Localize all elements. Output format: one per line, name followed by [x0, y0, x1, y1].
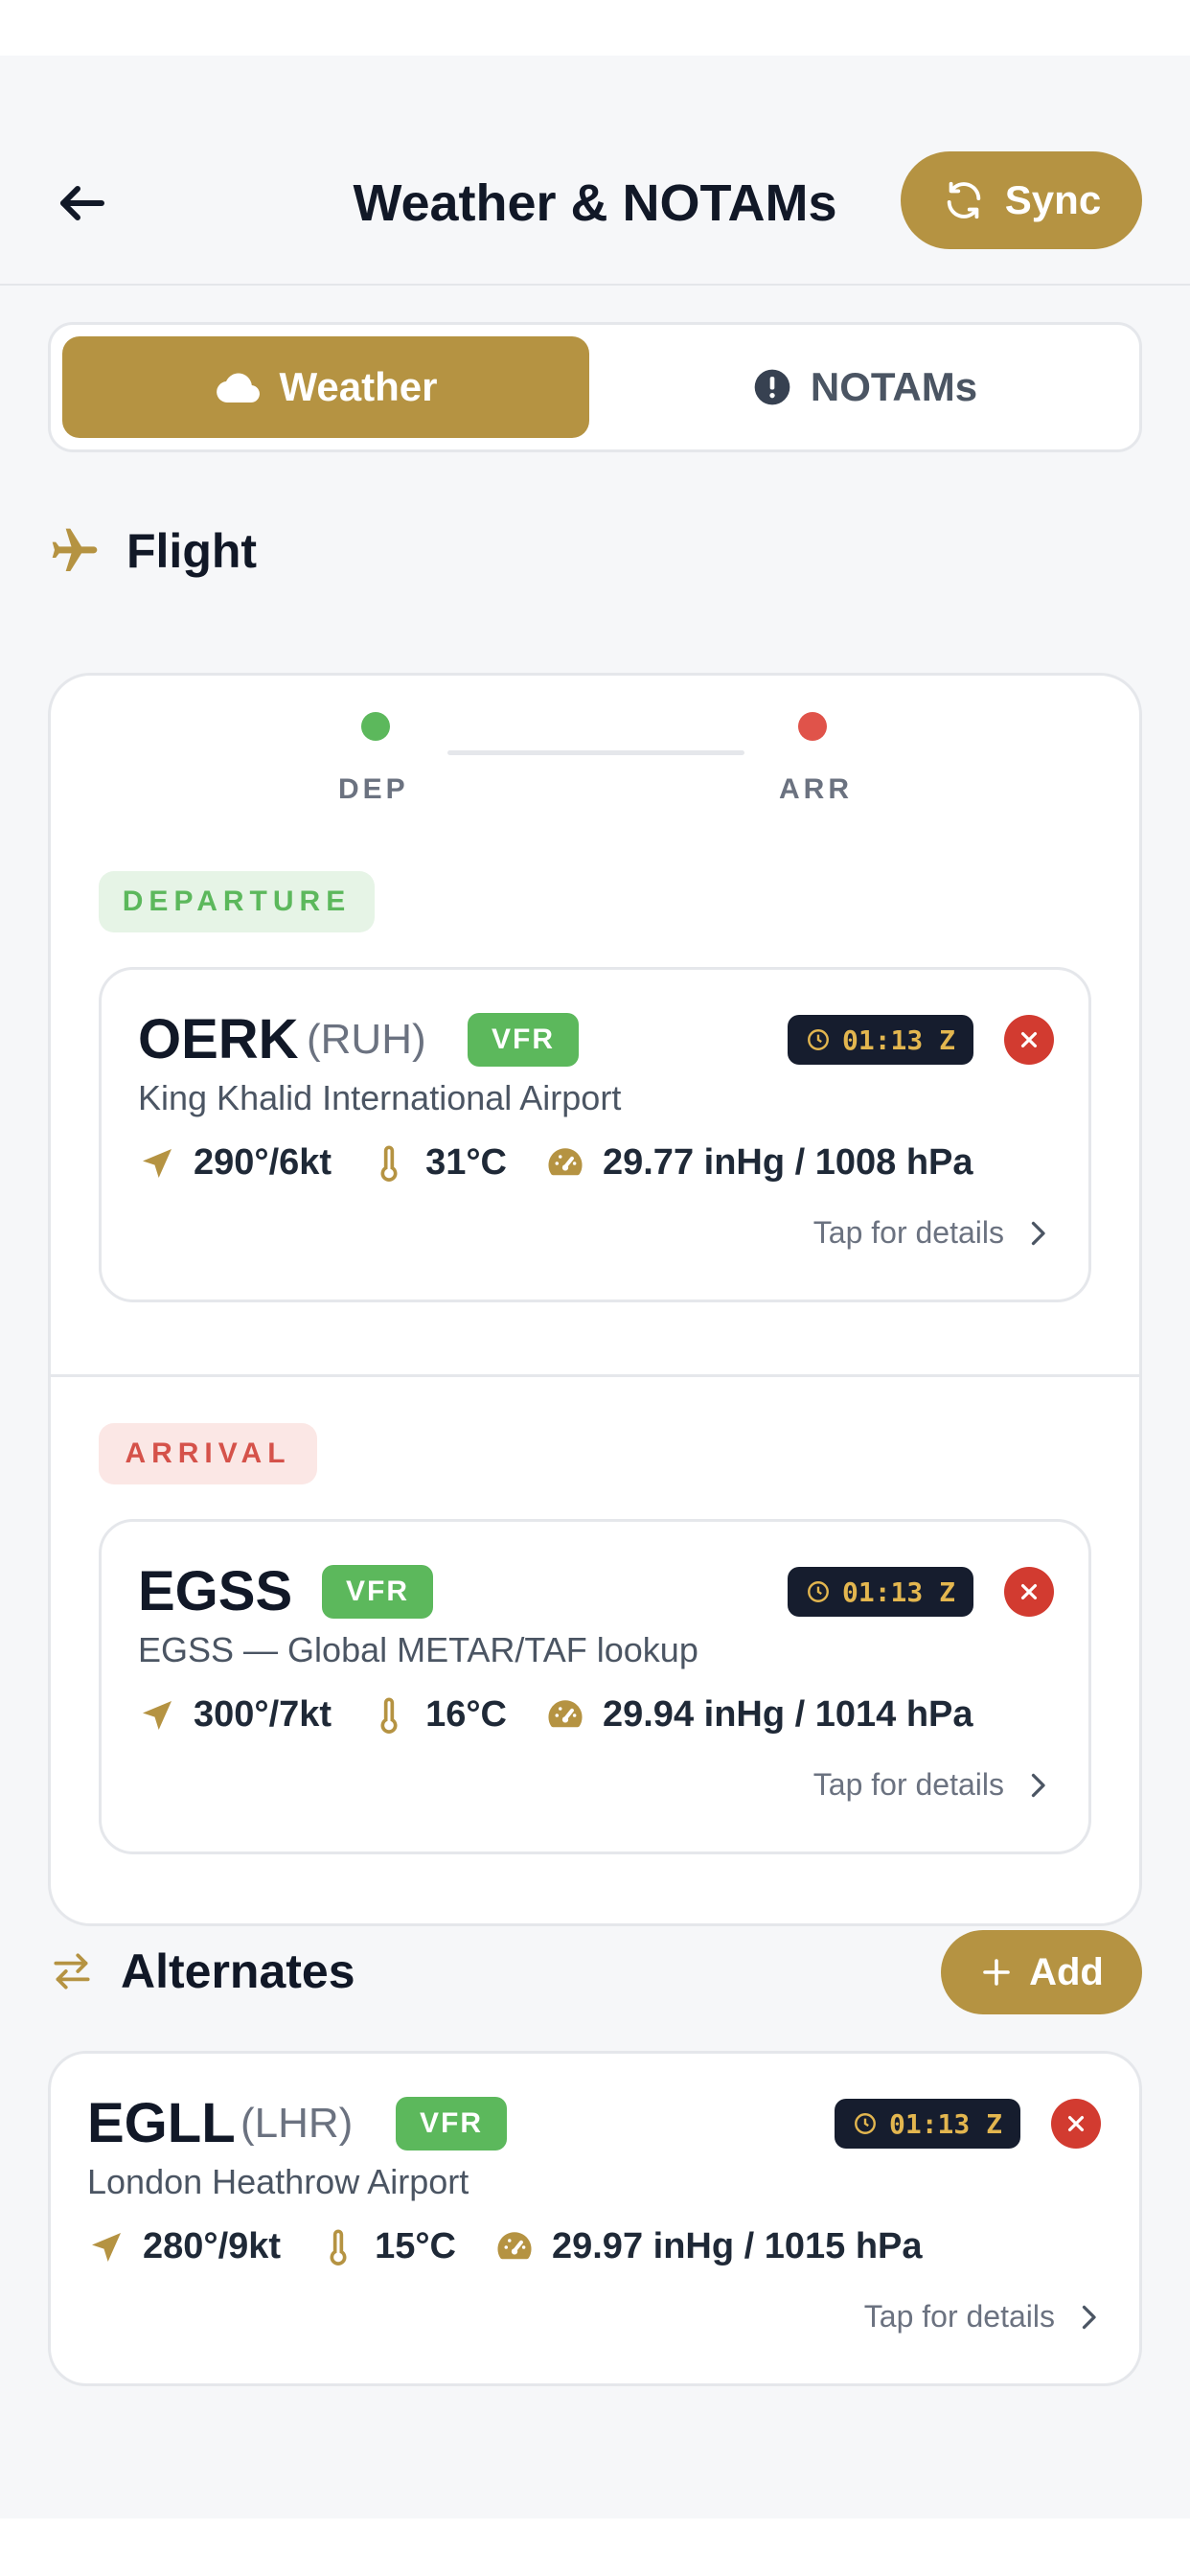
- observation-time-badge: 01:13 Z: [788, 1567, 973, 1617]
- chevron-right-icon: [1031, 1773, 1045, 1797]
- gauge-icon: [548, 1147, 583, 1175]
- tap-for-details[interactable]: Tap for details: [864, 2299, 1101, 2334]
- sync-label: Sync: [1004, 177, 1102, 222]
- close-icon: [1020, 1031, 1038, 1048]
- pressure-stat: 29.77 inHg / 1008 hPa: [545, 1142, 973, 1184]
- tab-notams-label: NOTAMs: [810, 364, 978, 409]
- flight-category-badge: VFR: [322, 1565, 433, 1619]
- wind-stat: 290°/6kt: [138, 1142, 332, 1184]
- departure-pill: DEPARTURE: [99, 871, 375, 932]
- tab-weather[interactable]: Weather: [62, 336, 589, 438]
- thermometer-icon: [380, 1697, 398, 1734]
- route-dep-label: DEP: [338, 773, 409, 805]
- navigation-icon: [143, 1148, 172, 1178]
- add-label: Add: [1029, 1950, 1104, 1993]
- tap-for-details[interactable]: Tap for details: [813, 1767, 1050, 1803]
- refresh-icon: [947, 181, 981, 219]
- wind-value: 290°/6kt: [194, 1142, 332, 1183]
- thermometer-icon: [380, 1145, 398, 1182]
- close-icon: [1067, 2115, 1085, 2132]
- airport-name: EGSS — Global METAR/TAF lookup: [138, 1630, 698, 1669]
- clock-icon: [855, 2113, 876, 2134]
- navigation-icon: [92, 2232, 121, 2262]
- temperature-stat: 31°C: [370, 1142, 507, 1184]
- pressure-value: 29.97 inHg / 1015 hPa: [551, 2226, 923, 2266]
- tab-weather-label: Weather: [279, 364, 438, 409]
- flight-category-badge: VFR: [396, 2097, 507, 2150]
- observation-time: 01:13 Z: [888, 2107, 1002, 2140]
- airport-iata: (RUH): [307, 1016, 426, 1063]
- observation-time: 01:13 Z: [841, 1024, 955, 1056]
- navigation-icon: [143, 1700, 172, 1730]
- thermometer-icon: [330, 2229, 347, 2266]
- chevron-right-icon: [1082, 2305, 1096, 2329]
- airport-name: London Heathrow Airport: [87, 2162, 469, 2201]
- pressure-value: 29.77 inHg / 1008 hPa: [602, 1142, 973, 1183]
- plus-icon: [983, 1959, 1010, 1986]
- gauge-icon: [497, 2231, 532, 2259]
- remove-button[interactable]: [1004, 1567, 1054, 1617]
- departure-airport-card[interactable]: OERK (RUH) VFR 01:13 Z King Khalid Inter…: [99, 967, 1091, 1302]
- tab-switcher: Weather NOTAMs: [48, 322, 1142, 452]
- temperature-value: 15°C: [375, 2226, 456, 2266]
- weather-stats: 280°/9kt 15°C 29.97 inHg / 1015 hPa: [87, 2226, 961, 2267]
- sync-button[interactable]: Sync: [901, 151, 1142, 249]
- close-icon: [1020, 1583, 1038, 1600]
- airport-name: King Khalid International Airport: [138, 1078, 622, 1117]
- section-divider: [51, 1374, 1139, 1377]
- pressure-stat: 29.97 inHg / 1015 hPa: [494, 2226, 923, 2267]
- wind-value: 280°/9kt: [143, 2226, 282, 2266]
- chevron-right-icon: [1031, 1221, 1045, 1245]
- observation-time: 01:13 Z: [841, 1576, 955, 1608]
- airport-code: EGSS: [138, 1560, 293, 1622]
- temperature-stat: 16°C: [370, 1694, 507, 1736]
- flight-category-badge: VFR: [468, 1013, 579, 1067]
- remove-button[interactable]: [1004, 1015, 1054, 1065]
- flight-heading: Flight: [126, 524, 258, 578]
- airport-iata: (LHR): [240, 2100, 354, 2147]
- cloud-icon: [216, 373, 260, 403]
- clock-icon: [808, 1581, 829, 1602]
- gauge-icon: [548, 1699, 583, 1727]
- tab-notams[interactable]: NOTAMs: [602, 336, 1129, 438]
- alternate-airport-card[interactable]: EGLL (LHR) VFR 01:13 Z London Heathrow A…: [48, 2051, 1142, 2386]
- details-label: Tap for details: [812, 1215, 1004, 1250]
- route-line: [447, 750, 744, 755]
- departure-dot: [361, 712, 390, 741]
- tap-for-details[interactable]: Tap for details: [813, 1215, 1050, 1251]
- add-alternate-button[interactable]: Add: [941, 1930, 1142, 2014]
- header: Weather & NOTAMs Sync: [0, 56, 1190, 286]
- airport-code: EGLL: [87, 2092, 236, 2154]
- temperature-value: 16°C: [425, 1694, 507, 1735]
- flight-section-heading: Flight: [48, 523, 257, 579]
- details-label: Tap for details: [812, 1767, 1004, 1802]
- observation-time-badge: 01:13 Z: [788, 1015, 973, 1065]
- weather-stats: 290°/6kt 31°C 29.77 inHg / 1008 hPa: [138, 1142, 1012, 1184]
- arrival-airport-card[interactable]: EGSS VFR 01:13 Z EGSS — Global METAR/TAF…: [99, 1519, 1091, 1854]
- wind-value: 300°/7kt: [194, 1694, 332, 1735]
- pressure-stat: 29.94 inHg / 1014 hPa: [545, 1694, 973, 1736]
- pressure-value: 29.94 inHg / 1014 hPa: [602, 1694, 973, 1735]
- remove-button[interactable]: [1051, 2099, 1101, 2149]
- wind-stat: 300°/7kt: [138, 1694, 332, 1736]
- weather-stats: 300°/7kt 16°C 29.94 inHg / 1014 hPa: [138, 1694, 1012, 1736]
- flight-card: DEP ARR DEPARTURE OERK (RUH) VFR 01:13 Z…: [48, 673, 1142, 1926]
- swap-arrows-icon: [54, 1953, 90, 1990]
- alert-circle-icon: [754, 369, 790, 405]
- route-arr-label: ARR: [779, 773, 853, 805]
- screen: Weather & NOTAMs Sync Weather NOTAMs Fli…: [0, 56, 1190, 2518]
- airport-code: OERK: [138, 1008, 299, 1070]
- temperature-value: 31°C: [425, 1142, 507, 1183]
- wind-stat: 280°/9kt: [87, 2226, 281, 2267]
- airplane-icon: [52, 528, 98, 571]
- arrival-dot: [798, 712, 827, 741]
- alternates-heading: Alternates: [121, 1944, 355, 1998]
- observation-time-badge: 01:13 Z: [835, 2099, 1020, 2149]
- details-label: Tap for details: [863, 2299, 1055, 2334]
- alternates-section-heading: Alternates: [48, 1944, 355, 1999]
- clock-icon: [808, 1029, 829, 1050]
- temperature-stat: 15°C: [319, 2226, 456, 2267]
- arrival-pill: ARRIVAL: [99, 1423, 317, 1484]
